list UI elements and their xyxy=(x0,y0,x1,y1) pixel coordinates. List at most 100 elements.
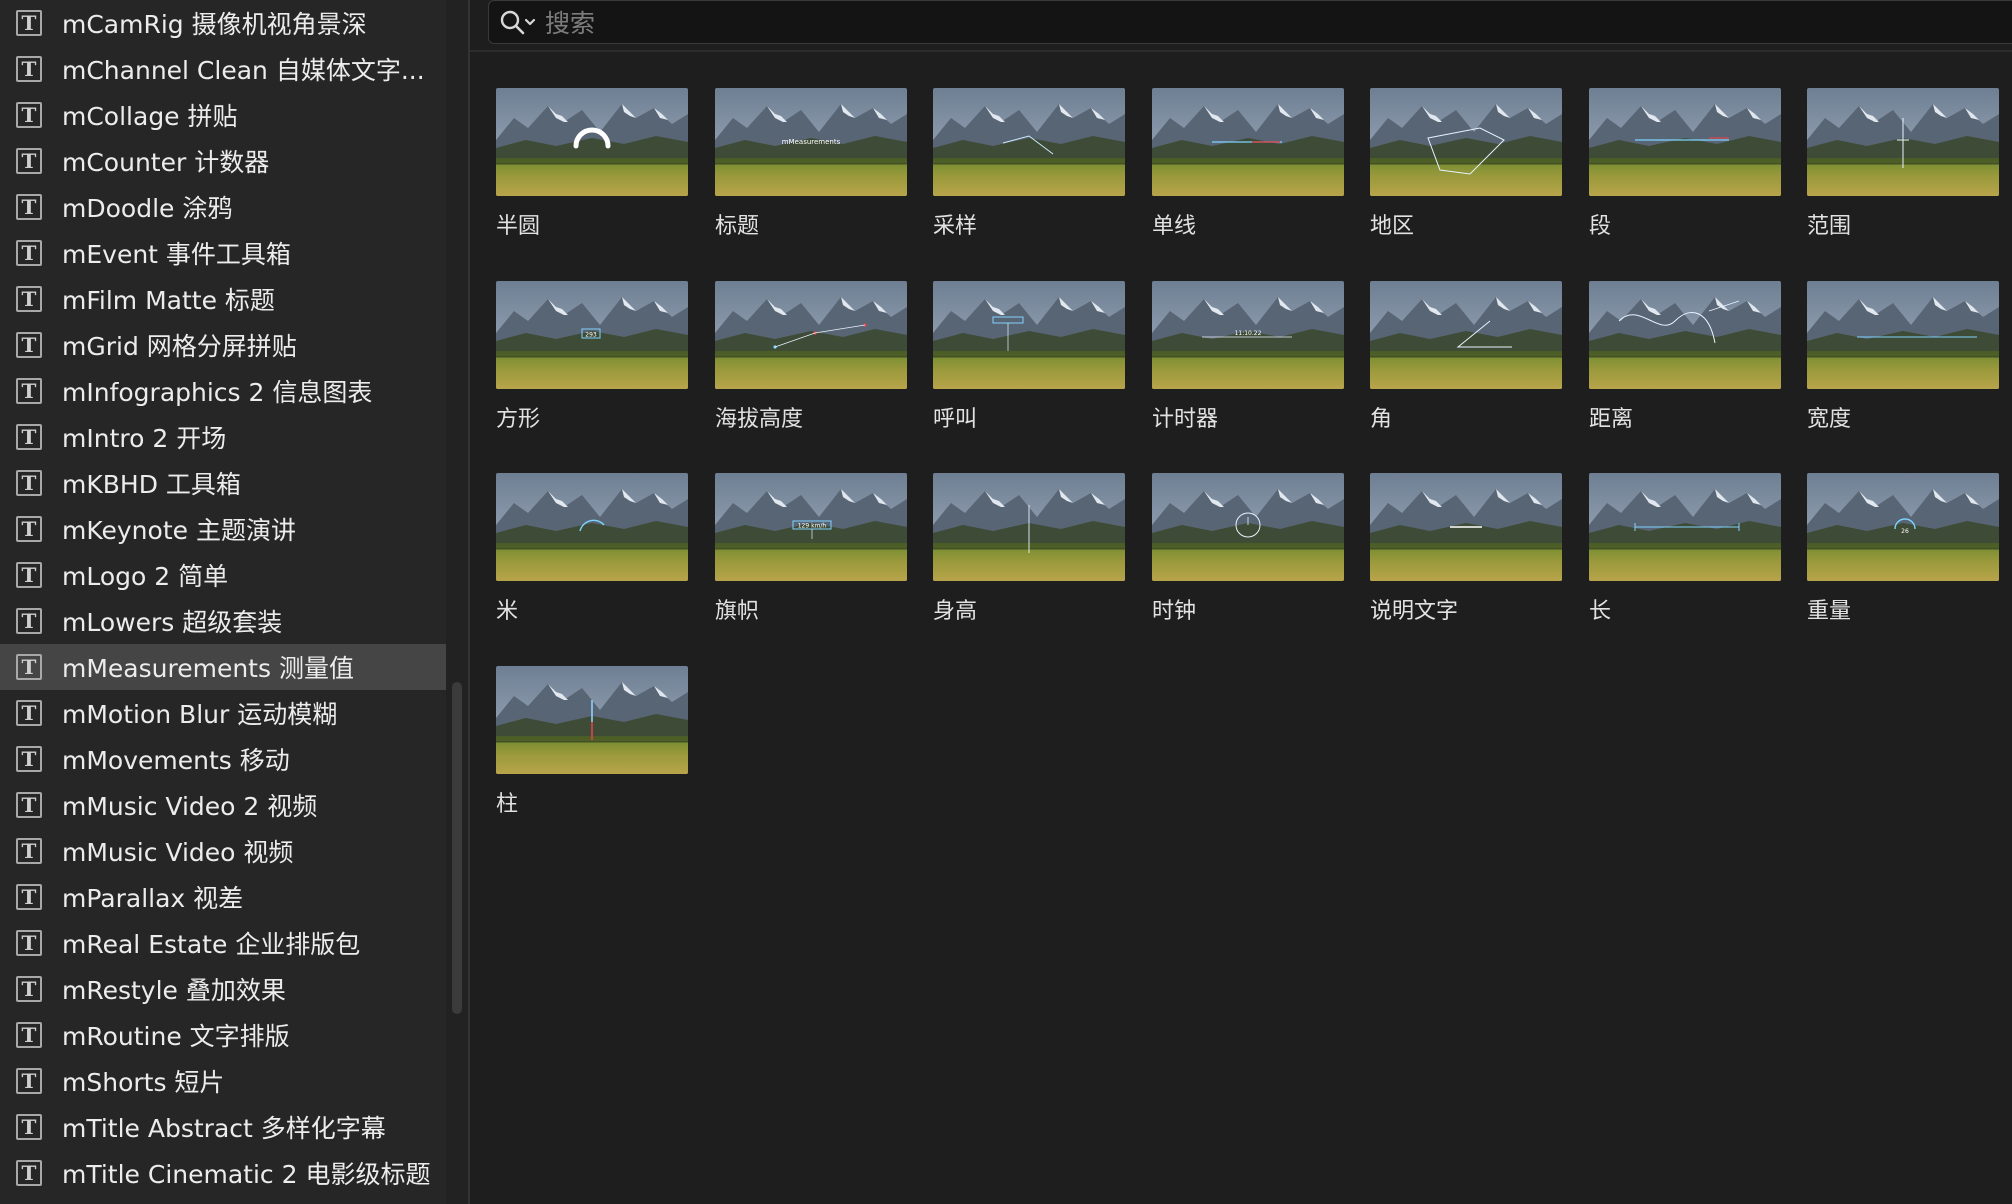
title-thumbnail[interactable]: 11:10.22 xyxy=(1152,281,1344,389)
sidebar-item[interactable]: TmMeasurements 测量值 xyxy=(0,644,446,690)
sidebar-item[interactable]: TmCounter 计数器 xyxy=(0,138,446,184)
title-thumbnail[interactable]: 26 xyxy=(1807,473,1999,581)
title-tile[interactable]: 半圆 xyxy=(470,52,688,239)
title-type-icon: T xyxy=(16,746,42,772)
title-tile[interactable]: 距离 xyxy=(1563,245,1781,432)
title-tile[interactable]: 长 xyxy=(1563,437,1781,624)
title-tile[interactable]: 宽度 xyxy=(1781,245,1999,432)
sidebar-item-label: mLogo 2 简单 xyxy=(62,562,229,591)
title-thumbnail[interactable]: 293 xyxy=(496,281,688,389)
title-tile[interactable]: 范围 xyxy=(1781,52,1999,239)
title-tile[interactable]: 129 km/h 旗帜 xyxy=(689,437,907,624)
sidebar-item[interactable]: TmIntro 2 开场 xyxy=(0,414,446,460)
title-type-icon: T xyxy=(16,1160,42,1186)
sidebar-item[interactable]: TmGrid 网格分屏拼贴 xyxy=(0,322,446,368)
title-thumbnail[interactable] xyxy=(1807,281,1999,389)
sidebar-item[interactable]: TmDoodle 涂鸦 xyxy=(0,184,446,230)
title-tile[interactable]: 采样 xyxy=(907,52,1125,239)
svg-text:mMeasurements: mMeasurements xyxy=(782,138,841,146)
title-tile[interactable]: 11:10.22 计时器 xyxy=(1126,245,1344,432)
title-tile[interactable]: 26 重量 xyxy=(1781,437,1999,624)
title-tile[interactable]: 米 xyxy=(470,437,688,624)
sidebar-item[interactable]: TmMusic Video 2 视频 xyxy=(0,782,446,828)
sidebar-item[interactable]: TmLowers 超级套装 xyxy=(0,598,446,644)
sidebar-item[interactable]: TmMusic Video 视频 xyxy=(0,828,446,874)
title-thumbnail[interactable] xyxy=(1807,88,1999,196)
sidebar-item-label: mGrid 网格分屏拼贴 xyxy=(62,332,297,361)
title-type-icon: T xyxy=(16,1068,42,1094)
title-tile-label: 米 xyxy=(496,599,519,624)
title-thumbnail[interactable]: 129 km/h xyxy=(715,473,907,581)
title-thumbnail[interactable] xyxy=(1589,473,1781,581)
pane-divider[interactable] xyxy=(446,0,468,1204)
sidebar-item[interactable]: TmMovements 移动 xyxy=(0,736,446,782)
title-tile-label: 角 xyxy=(1370,407,1393,432)
sidebar-item[interactable]: TmShorts 短片 xyxy=(0,1058,446,1104)
title-tile-label: 时钟 xyxy=(1152,599,1197,624)
title-thumbnail[interactable] xyxy=(1152,473,1344,581)
title-tile[interactable]: 293 方形 xyxy=(470,245,688,432)
title-tile-label: 呼叫 xyxy=(933,407,978,432)
sidebar-item[interactable]: TmKeynote 主题演讲 xyxy=(0,506,446,552)
sidebar-item[interactable]: TmFilm Matte 标题 xyxy=(0,276,446,322)
title-thumbnail[interactable] xyxy=(496,88,688,196)
title-tile-label: 重量 xyxy=(1807,599,1852,624)
title-type-icon: T xyxy=(16,700,42,726)
sidebar-item[interactable]: TmChannel Clean 自媒体文字... xyxy=(0,46,446,92)
title-tile-label: 旗帜 xyxy=(715,599,760,624)
title-tile[interactable]: 海拔高度 xyxy=(689,245,907,432)
sidebar-scrollbar[interactable] xyxy=(452,682,462,1014)
sidebar-item[interactable]: TmRestyle 叠加效果 xyxy=(0,966,446,1012)
title-thumbnail[interactable] xyxy=(496,473,688,581)
title-thumbnail[interactable] xyxy=(1370,281,1562,389)
sidebar-item-label: mTitle Cinematic 2 电影级标题 xyxy=(62,1160,431,1189)
title-tile[interactable]: 身高 xyxy=(907,437,1125,624)
title-tile[interactable]: 地区 xyxy=(1344,52,1562,239)
sidebar-item[interactable]: TmReal Estate 企业排版包 xyxy=(0,920,446,966)
search-icon[interactable] xyxy=(499,9,539,37)
title-thumbnail[interactable] xyxy=(1370,473,1562,581)
title-thumbnail[interactable] xyxy=(933,473,1125,581)
title-thumbnail[interactable] xyxy=(1589,281,1781,389)
sidebar-item[interactable]: TmInfographics 2 信息图表 xyxy=(0,368,446,414)
title-tile[interactable]: 呼叫 xyxy=(907,245,1125,432)
title-type-icon: T xyxy=(16,102,42,128)
svg-text:293: 293 xyxy=(585,332,597,339)
search-input[interactable] xyxy=(543,5,1947,41)
sidebar-item-label: mChannel Clean 自媒体文字... xyxy=(62,56,425,85)
title-tile[interactable]: mMeasurements 标题 xyxy=(689,52,907,239)
sidebar-item-label: mCounter 计数器 xyxy=(62,148,270,177)
title-tile-label: 海拔高度 xyxy=(715,407,804,432)
sidebar-item[interactable]: TmTitle Cinematic 2 电影级标题 xyxy=(0,1150,446,1196)
sidebar-item[interactable]: TmCollage 拼贴 xyxy=(0,92,446,138)
title-tile[interactable]: 柱 xyxy=(470,630,688,817)
title-thumbnail[interactable] xyxy=(1152,88,1344,196)
title-thumbnail[interactable] xyxy=(933,281,1125,389)
title-thumbnail[interactable]: mMeasurements xyxy=(715,88,907,196)
sidebar-item-label: mLowers 超级套装 xyxy=(62,608,283,637)
sidebar-item[interactable]: TmMotion Blur 运动模糊 xyxy=(0,690,446,736)
title-tile[interactable]: 段 xyxy=(1563,52,1781,239)
sidebar-item[interactable]: TmEvent 事件工具箱 xyxy=(0,230,446,276)
title-thumbnail[interactable] xyxy=(715,281,907,389)
sidebar-item[interactable]: TmLogo 2 简单 xyxy=(0,552,446,598)
sidebar-item[interactable]: TmRoutine 文字排版 xyxy=(0,1012,446,1058)
title-thumbnail[interactable] xyxy=(496,666,688,774)
title-thumbnail[interactable] xyxy=(1370,88,1562,196)
title-tile[interactable]: 时钟 xyxy=(1126,437,1344,624)
sidebar-item[interactable]: TmParallax 视差 xyxy=(0,874,446,920)
sidebar-item[interactable]: TmKBHD 工具箱 xyxy=(0,460,446,506)
title-tile[interactable]: 角 xyxy=(1344,245,1562,432)
title-tile-label: 宽度 xyxy=(1807,407,1852,432)
title-tile[interactable]: 单线 xyxy=(1126,52,1344,239)
sidebar-item-label: mEvent 事件工具箱 xyxy=(62,240,291,269)
title-tile[interactable]: 说明文字 xyxy=(1344,437,1562,624)
sidebar-item[interactable]: TmCamRig 摄像机视角景深 xyxy=(0,0,446,46)
title-thumbnail[interactable] xyxy=(933,88,1125,196)
svg-text:26: 26 xyxy=(1901,528,1909,535)
title-tile-label: 身高 xyxy=(933,599,978,624)
title-tile-label: 计时器 xyxy=(1152,407,1219,432)
title-thumbnail[interactable] xyxy=(1589,88,1781,196)
sidebar-item[interactable]: TmTitle Abstract 多样化字幕 xyxy=(0,1104,446,1150)
sidebar: TmCamRig 摄像机视角景深 TmChannel Clean 自媒体文字...… xyxy=(0,0,446,1204)
